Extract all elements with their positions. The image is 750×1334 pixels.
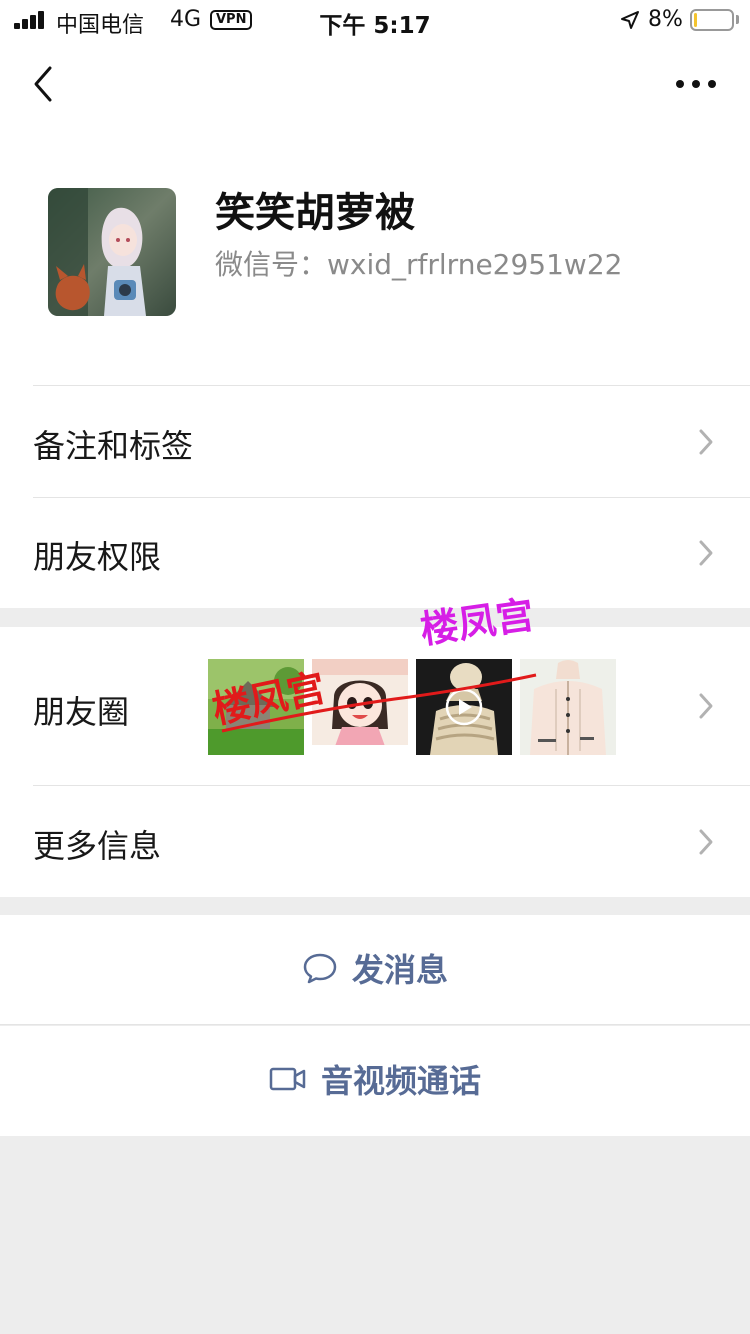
location-arrow-icon <box>621 11 639 29</box>
status-bar: 中国电信 4G VPN 下午 5:17 8% <box>0 0 750 40</box>
chevron-right-icon <box>699 540 713 566</box>
video-call-label: 音视频通话 <box>320 1062 481 1100</box>
chat-bubble-icon <box>303 953 337 984</box>
moments-row[interactable]: 朋友圈 楼凤宫 楼凤宫 <box>0 593 750 785</box>
send-message-button[interactable]: 发消息 <box>0 915 750 1025</box>
video-call-content: 音视频通话 <box>0 1056 750 1102</box>
nav-bar <box>0 40 750 130</box>
avatar[interactable] <box>48 188 176 316</box>
avatar-image <box>48 188 176 316</box>
remark-tags-label: 备注和标签 <box>33 427 194 465</box>
watermark-stroke <box>221 673 537 733</box>
video-call-button[interactable]: 音视频通话 <box>0 1026 750 1136</box>
chevron-right-icon <box>699 829 713 855</box>
more-info-label: 更多信息 <box>33 827 162 865</box>
battery-percent: 8% <box>648 7 683 32</box>
chevron-right-icon <box>699 693 713 719</box>
more-options-button[interactable] <box>668 68 724 102</box>
moments-section: 朋友圈 楼凤宫 楼凤宫 更多信息 <box>0 593 750 897</box>
battery-level <box>694 13 697 27</box>
video-camera-icon <box>269 1067 306 1091</box>
send-message-content: 发消息 <box>0 945 750 991</box>
battery-tip <box>736 15 739 24</box>
chevron-right-icon <box>699 429 713 455</box>
battery-icon <box>690 9 734 31</box>
friend-permissions-label: 朋友权限 <box>33 538 162 576</box>
send-message-label: 发消息 <box>351 951 448 989</box>
wechat-id: 微信号：wxid_rfrlrne2951w22 <box>215 248 623 281</box>
moments-label: 朋友圈 <box>33 693 130 731</box>
more-info-row[interactable]: 更多信息 <box>0 785 750 897</box>
profile-header: 笑笑胡萝被 微信号：wxid_rfrlrne2951w22 <box>0 130 750 386</box>
back-chevron-icon[interactable] <box>22 62 66 106</box>
friend-permissions-row[interactable]: 朋友权限 <box>0 497 750 608</box>
remark-tags-row[interactable]: 备注和标签 <box>0 386 750 497</box>
profile-name: 笑笑胡萝被 <box>215 190 415 236</box>
divider <box>0 1024 750 1025</box>
settings-section: 备注和标签 朋友权限 <box>0 386 750 608</box>
